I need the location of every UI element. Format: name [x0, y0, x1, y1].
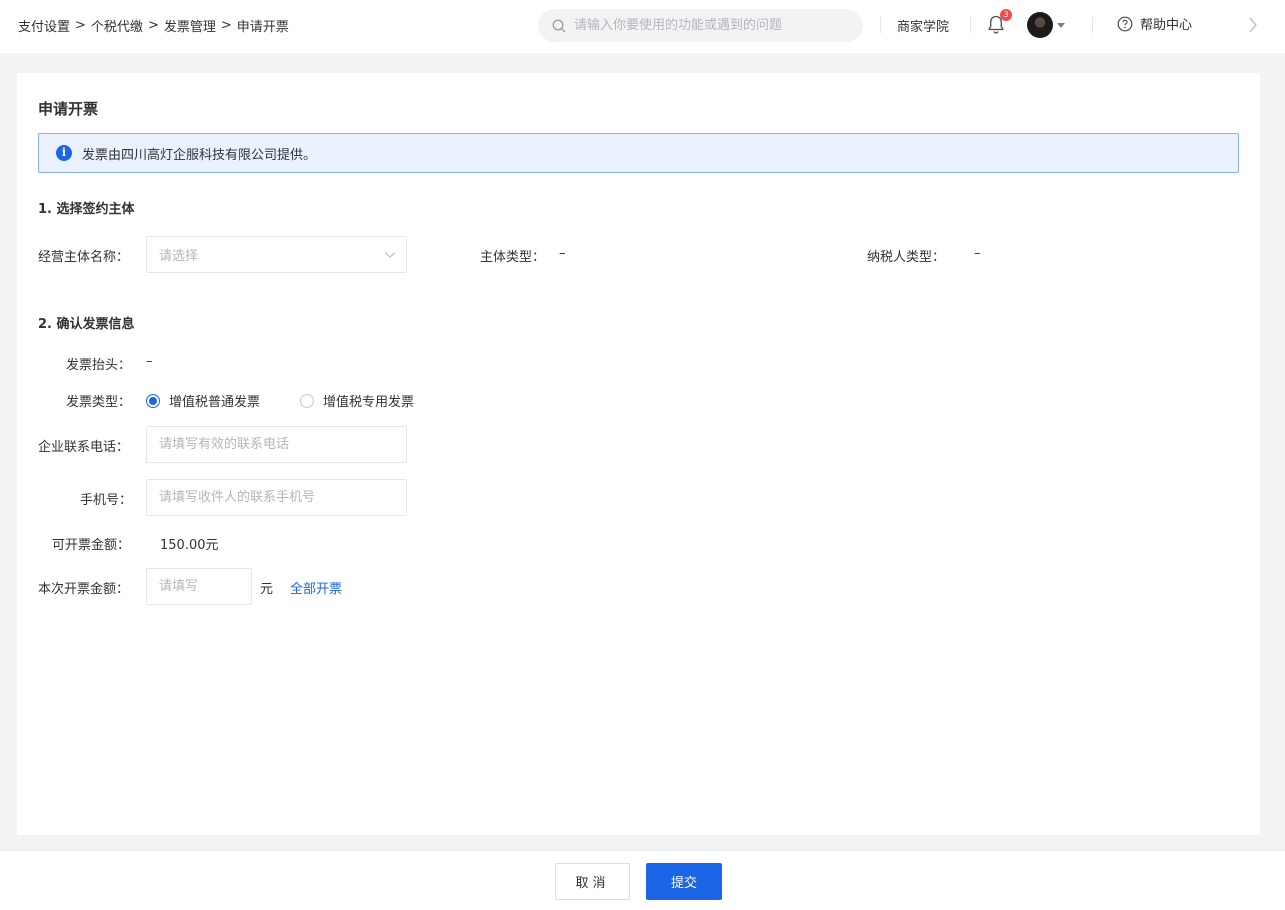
radio-label: 增值税普通发票 — [169, 395, 261, 410]
chevron-right-icon[interactable] — [1248, 16, 1258, 38]
invoice-header-label: 发票抬头： — [66, 358, 132, 373]
caret-down-icon — [1057, 22, 1065, 28]
breadcrumb-separator: > — [75, 18, 86, 33]
top-header: 支付设置 > 个税代缴 > 发票管理 > 申请开票 商家学院 3 帮助中 — [0, 0, 1285, 53]
entity-type-label: 主体类型： — [480, 250, 546, 265]
company-phone-input[interactable] — [146, 426, 407, 463]
breadcrumb-current: 申请开票 — [236, 20, 289, 35]
radio-unchecked-icon — [300, 393, 314, 408]
taxpayer-type-label: 纳税人类型： — [867, 250, 946, 265]
this-amount-label: 本次开票金额： — [38, 582, 130, 597]
breadcrumb-separator: > — [220, 18, 232, 33]
merchant-academy-link[interactable]: 商家学院 — [897, 16, 949, 35]
header-divider — [1092, 17, 1093, 33]
invoice-form-card: 申请开票 i 发票由四川高灯企服科技有限公司提供。 1. 选择签约主体 经营主体… — [17, 73, 1260, 835]
available-amount-label: 可开票金额： — [52, 538, 131, 553]
section-confirm-invoice-title: 2. 确认发票信息 — [38, 317, 135, 332]
help-center-label: 帮助中心 — [1140, 18, 1193, 33]
available-amount-value: 150.00元 — [160, 538, 219, 553]
help-center-link[interactable]: 帮助中心 — [1117, 14, 1192, 33]
entity-name-select[interactable]: 请选择 — [146, 236, 407, 273]
breadcrumb-item[interactable]: 支付设置 — [18, 16, 70, 35]
question-circle-icon — [1117, 16, 1133, 31]
entity-type-value: – — [559, 246, 566, 261]
taxpayer-type-value: – — [974, 246, 981, 261]
breadcrumb-separator: > — [147, 18, 159, 33]
global-search[interactable] — [538, 9, 863, 42]
header-divider — [970, 17, 971, 33]
info-icon: i — [56, 145, 72, 161]
info-notice: i 发票由四川高灯企服科技有限公司提供。 — [38, 133, 1239, 173]
company-phone-label: 企业联系电话： — [38, 440, 130, 455]
breadcrumb: 支付设置 > 个税代缴 > 发票管理 > 申请开票 — [18, 16, 289, 35]
radio-checked-icon — [146, 393, 160, 408]
radio-label: 增值税专用发票 — [323, 395, 415, 410]
invoice-all-link[interactable]: 全部开票 — [290, 578, 342, 597]
radio-vat-special-invoice[interactable]: 增值税专用发票 — [300, 391, 414, 410]
entity-name-label: 经营主体名称： — [38, 250, 130, 265]
section-select-entity-title: 1. 选择签约主体 — [38, 202, 135, 217]
breadcrumb-item[interactable]: 发票管理 — [164, 16, 216, 35]
submit-button[interactable]: 提交 — [646, 863, 722, 900]
footer-actions: 取消 提交 — [0, 850, 1285, 910]
radio-vat-general-invoice[interactable]: 增值税普通发票 — [146, 391, 260, 410]
invoice-type-label: 发票类型： — [66, 395, 132, 410]
page-title: 申请开票 — [38, 100, 99, 118]
cancel-button[interactable]: 取消 — [555, 863, 630, 900]
notice-text: 发票由四川高灯企服科技有限公司提供。 — [82, 147, 317, 163]
search-input[interactable] — [574, 18, 834, 33]
search-icon — [552, 19, 566, 32]
mobile-label: 手机号： — [80, 493, 133, 508]
user-menu[interactable] — [1027, 12, 1065, 38]
chevron-down-icon — [384, 252, 396, 258]
entity-name-placeholder: 请选择 — [159, 249, 199, 264]
amount-unit: 元 — [260, 582, 274, 597]
notification-count-badge: 3 — [1000, 9, 1012, 21]
breadcrumb-item[interactable]: 个税代缴 — [91, 16, 143, 35]
avatar — [1027, 12, 1053, 38]
header-divider — [880, 17, 881, 33]
mobile-input[interactable] — [146, 479, 407, 516]
invoice-header-value: – — [146, 354, 153, 369]
this-amount-input[interactable] — [146, 568, 252, 605]
